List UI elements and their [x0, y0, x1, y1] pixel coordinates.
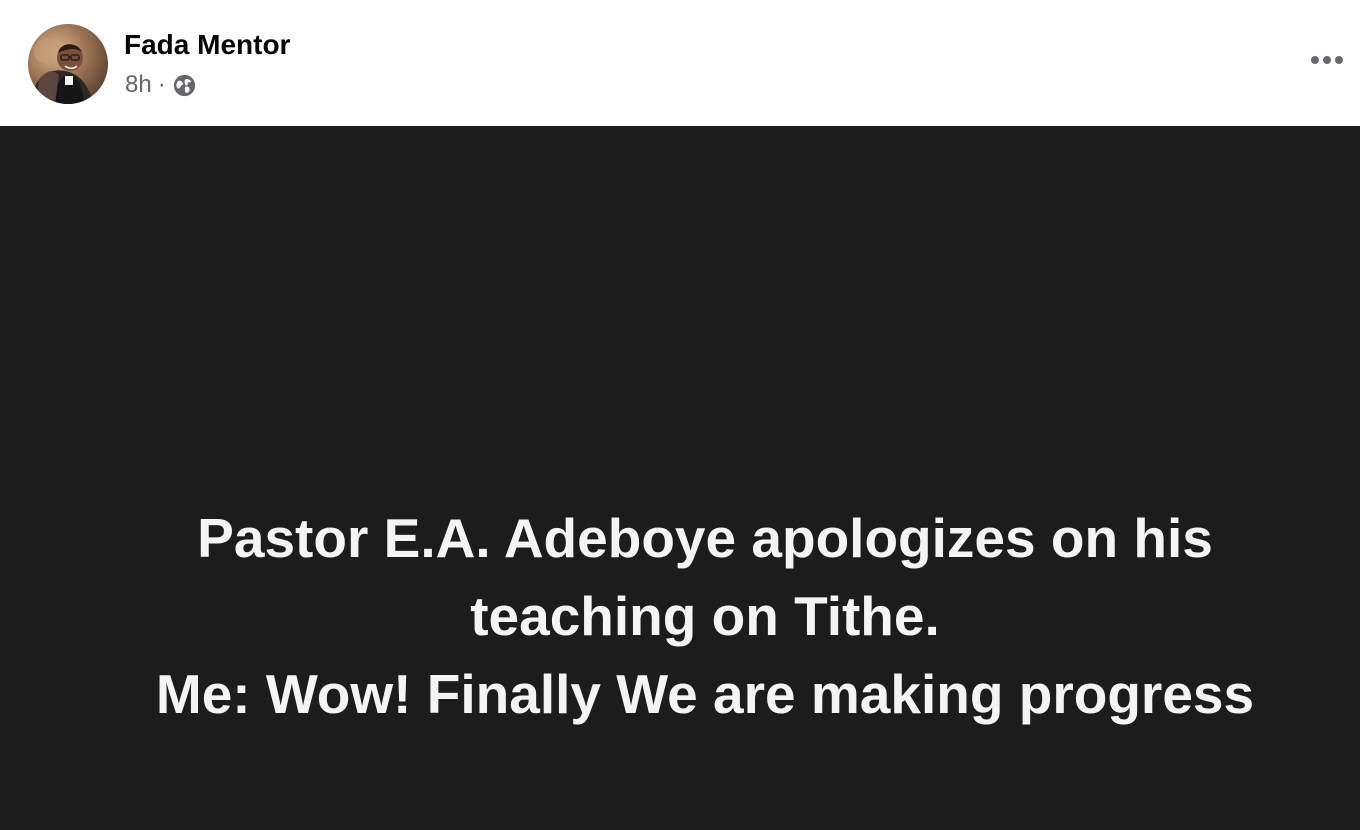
meta-separator: ·	[157, 71, 166, 98]
post-text: Pastor E.A. Adeboye apologizes on his te…	[100, 499, 1310, 733]
post-header: Fada Mentor 8h ·	[0, 0, 1360, 126]
author-avatar[interactable]	[28, 24, 108, 104]
author-avatar-image	[28, 24, 108, 104]
post-meta: 8h ·	[125, 70, 197, 100]
post-text-line: teaching on Tithe.	[470, 585, 940, 647]
post-text-line: Me: Wow! Finally We are making progress	[155, 663, 1255, 725]
post-options-button[interactable]	[1308, 42, 1346, 78]
post-text-line: Pastor E.A. Adeboye apologizes on his	[197, 507, 1213, 569]
post-content-card: Pastor E.A. Adeboye apologizes on his te…	[0, 126, 1360, 830]
post-timestamp[interactable]: 8h	[125, 70, 152, 100]
author-name[interactable]: Fada Mentor	[124, 28, 290, 62]
ellipsis-icon	[1311, 56, 1343, 64]
facebook-post: Fada Mentor 8h · Pastor E.A. Adeboye apo…	[0, 0, 1360, 830]
globe-icon[interactable]	[172, 73, 197, 98]
